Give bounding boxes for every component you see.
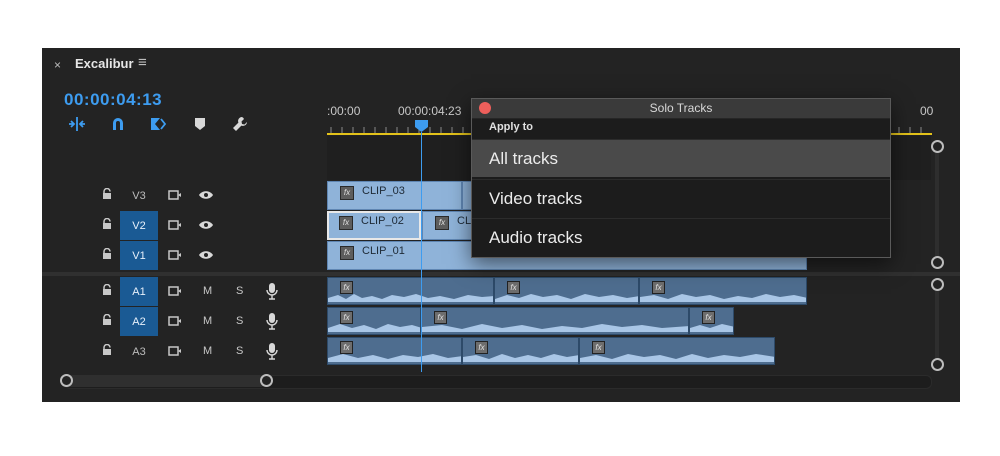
sync-lock-icon[interactable] xyxy=(167,247,183,263)
clip-v2-selected[interactable]: fx CLIP_02 xyxy=(327,211,421,240)
eye-icon[interactable] xyxy=(198,187,214,203)
marker-icon[interactable] xyxy=(190,114,210,134)
scroll-knob-bottom[interactable] xyxy=(931,358,944,371)
insert-snap-icon[interactable] xyxy=(67,114,87,134)
horizontal-scrollbar-thumb[interactable] xyxy=(64,375,266,387)
lock-icon[interactable] xyxy=(102,344,112,356)
lock-icon[interactable] xyxy=(102,218,112,230)
fx-badge: fx xyxy=(340,246,354,260)
microphone-icon[interactable] xyxy=(264,343,280,360)
microphone-icon[interactable] xyxy=(264,313,280,330)
track-name-a3[interactable]: A3 xyxy=(120,337,158,366)
sync-lock-icon[interactable] xyxy=(167,217,183,233)
audio-clip-a3-1[interactable]: fx xyxy=(327,337,462,365)
sync-lock-icon[interactable] xyxy=(167,313,183,329)
video-vertical-scrollbar[interactable] xyxy=(935,146,939,264)
zoom-handle-right[interactable] xyxy=(260,374,273,387)
solo-tracks-popup: Solo Tracks Apply to All tracks Video tr… xyxy=(471,98,891,258)
audio-clip-a1-3[interactable]: fx xyxy=(639,277,807,305)
audio-clip-a1-2[interactable]: fx xyxy=(494,277,639,305)
wrench-icon[interactable] xyxy=(230,114,250,134)
audio-vertical-scrollbar[interactable] xyxy=(935,284,939,368)
clip-name: CLIP_02 xyxy=(361,215,404,227)
scroll-knob-bottom[interactable] xyxy=(931,256,944,269)
panel-menu-icon[interactable]: ≡ xyxy=(138,54,147,71)
lock-icon[interactable] xyxy=(102,284,112,296)
solo-button[interactable]: S xyxy=(236,315,243,327)
scroll-knob-top[interactable] xyxy=(931,278,944,291)
audio-clip-a2-3[interactable]: fx xyxy=(689,307,734,335)
playhead-timecode[interactable]: 00:00:04:13 xyxy=(64,90,162,110)
clip-name: CLIP_03 xyxy=(362,185,405,197)
ruler-label-end: 00 xyxy=(920,104,934,118)
video-audio-divider[interactable] xyxy=(42,272,960,276)
mute-button[interactable]: M xyxy=(203,315,212,327)
mute-button[interactable]: M xyxy=(203,285,212,297)
linked-selection-icon[interactable] xyxy=(108,114,128,134)
sync-lock-icon[interactable] xyxy=(167,187,183,203)
solo-button[interactable]: S xyxy=(236,345,243,357)
track-name-v1[interactable]: V1 xyxy=(120,241,158,270)
option-all-tracks[interactable]: All tracks xyxy=(472,139,890,177)
ruler-label-start: :00:00 xyxy=(327,104,361,118)
clip-name: CL xyxy=(457,215,472,227)
track-header-a3: A3 M S xyxy=(42,337,326,366)
popup-title: Solo Tracks xyxy=(472,99,890,119)
mute-button[interactable]: M xyxy=(203,345,212,357)
playhead-handle[interactable] xyxy=(414,119,429,133)
close-tab-button[interactable]: × xyxy=(54,58,61,72)
lock-icon[interactable] xyxy=(102,248,112,260)
track-name-a1[interactable]: A1 xyxy=(120,277,158,306)
clip-v3[interactable]: fx CLIP_03 xyxy=(327,181,462,210)
clip-name: CLIP_01 xyxy=(362,245,405,257)
solo-button[interactable]: S xyxy=(236,285,243,297)
sync-lock-icon[interactable] xyxy=(167,283,183,299)
track-name-v3[interactable]: V3 xyxy=(120,181,158,210)
option-video-tracks[interactable]: Video tracks xyxy=(472,179,890,217)
playhead-line[interactable] xyxy=(421,132,422,372)
microphone-icon[interactable] xyxy=(264,283,280,300)
eye-icon[interactable] xyxy=(198,247,214,263)
track-header-v2: V2 xyxy=(42,211,326,240)
track-header-a2: A2 M S xyxy=(42,307,326,336)
lock-icon[interactable] xyxy=(102,188,112,200)
lock-icon[interactable] xyxy=(102,314,112,326)
fx-badge: fx xyxy=(340,186,354,200)
audio-clip-a1-1[interactable]: fx xyxy=(327,277,494,305)
scroll-knob-top[interactable] xyxy=(931,140,944,153)
sequence-tab-title[interactable]: Excalibur xyxy=(75,56,134,71)
audio-clip-a2-2[interactable]: fx xyxy=(421,307,689,335)
popup-section-label: Apply to xyxy=(489,121,533,133)
track-header-v3: V3 xyxy=(42,181,326,210)
option-audio-tracks[interactable]: Audio tracks xyxy=(472,218,890,256)
fx-badge: fx xyxy=(339,216,353,230)
track-name-a2[interactable]: A2 xyxy=(120,307,158,336)
audio-clip-a3-3[interactable]: fx xyxy=(579,337,775,365)
fx-badge: fx xyxy=(435,216,449,230)
ruler-label-mid: 00:00:04:23 xyxy=(398,104,462,118)
close-icon[interactable] xyxy=(479,102,491,114)
add-marker-icon[interactable] xyxy=(148,114,168,134)
track-header-a1: A1 M S xyxy=(42,277,326,306)
eye-icon[interactable] xyxy=(198,217,214,233)
sync-lock-icon[interactable] xyxy=(167,343,183,359)
audio-clip-a2-1[interactable]: fx xyxy=(327,307,421,335)
clip-v2b[interactable]: fx CL xyxy=(422,211,472,240)
track-header-v1: V1 xyxy=(42,241,326,270)
track-name-v2[interactable]: V2 xyxy=(120,211,158,240)
zoom-handle-left[interactable] xyxy=(60,374,73,387)
audio-clip-a3-2[interactable]: fx xyxy=(462,337,579,365)
